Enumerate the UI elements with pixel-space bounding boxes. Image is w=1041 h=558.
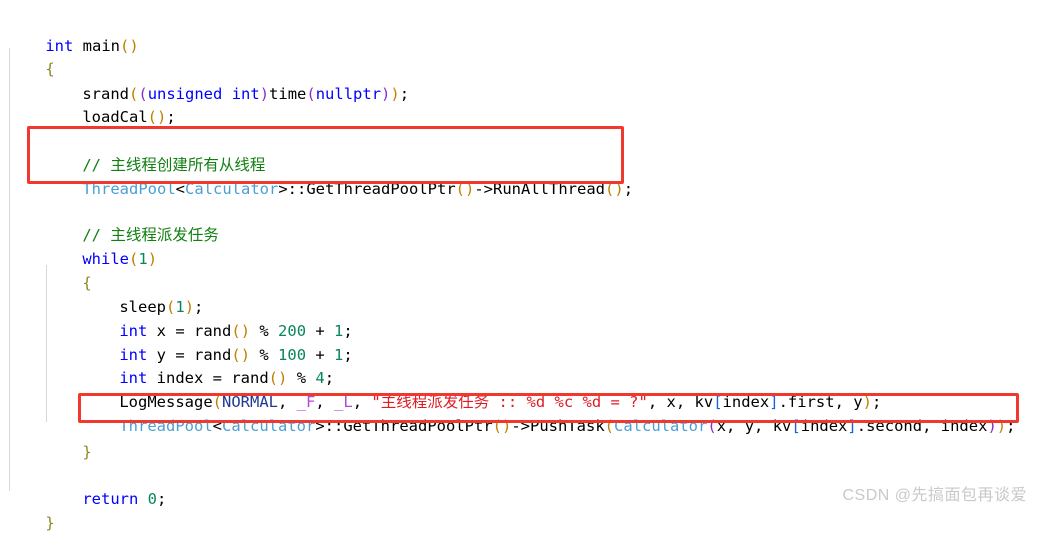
- token-paren-open-time: (: [306, 85, 316, 103]
- token-function-loadcal: loadCal: [82, 108, 148, 126]
- token-semicolon: ;: [623, 180, 634, 198]
- code-line-14[interactable]: int y = rand() % 100 + 1;: [82, 321, 352, 364]
- code-line-11[interactable]: {: [45, 249, 91, 292]
- token-paren-close: ): [390, 85, 400, 103]
- indent-guide-level-1: [9, 48, 10, 491]
- code-line-6[interactable]: // 主线程创建所有从线程: [45, 131, 265, 174]
- token-scope-resolution: ::: [324, 417, 344, 435]
- code-editor-canvas: int main() { srand((unsigned int)time(nu…: [0, 0, 1041, 532]
- token-variable-y: y: [744, 417, 755, 435]
- code-line-1[interactable]: int main(): [8, 12, 138, 55]
- token-function-main: main: [82, 37, 120, 55]
- token-function-runallthread: RunAllThread: [493, 180, 605, 198]
- token-number-one: 1: [138, 250, 148, 268]
- code-line-17[interactable]: ThreadPool<Calculator>::GetThreadPoolPtr…: [82, 392, 1015, 435]
- token-semicolon: ;: [399, 85, 410, 103]
- token-paren-open: (: [604, 417, 615, 435]
- token-type-threadpool: ThreadPool: [82, 180, 176, 198]
- token-semicolon: ;: [343, 346, 353, 364]
- token-paren-open: (: [455, 180, 465, 198]
- token-type-threadpool: ThreadPool: [119, 417, 213, 435]
- token-paren-open-ctor: (: [707, 417, 717, 435]
- code-line-3[interactable]: srand((unsigned int)time(nullptr));: [45, 60, 409, 103]
- code-line-20[interactable]: return 0;: [45, 465, 166, 508]
- token-comma: ,: [726, 417, 745, 435]
- token-keyword-return: return: [82, 490, 139, 508]
- token-function-getthreadpoolptr: GetThreadPoolPtr: [343, 417, 493, 435]
- token-angle-open: <: [212, 417, 222, 435]
- token-bracket-open: [: [791, 417, 801, 435]
- token-paren-close-cast: ): [259, 85, 270, 103]
- token-angle-close: >: [315, 417, 325, 435]
- token-paren-close: ): [129, 37, 139, 55]
- token-arrow-operator: ->: [474, 180, 494, 198]
- token-brace-close-main: }: [45, 514, 55, 532]
- token-angle-open: <: [175, 180, 185, 198]
- token-type-calculator-ctor: Calculator: [614, 417, 708, 435]
- token-scope-resolution: ::: [287, 180, 307, 198]
- code-line-4[interactable]: loadCal();: [45, 83, 175, 126]
- token-variable-x: x: [716, 417, 727, 435]
- code-line-21[interactable]: }: [8, 489, 54, 532]
- code-line-9[interactable]: // 主线程派发任务: [45, 201, 219, 244]
- token-paren-open: (: [492, 417, 502, 435]
- token-keyword-nullptr: nullptr: [315, 85, 382, 103]
- token-function-getthreadpoolptr: GetThreadPoolPtr: [306, 180, 456, 198]
- token-brace-close-while: }: [82, 443, 92, 461]
- token-variable-index: index: [800, 417, 848, 435]
- token-paren-open: (: [129, 250, 139, 268]
- token-member-second: second: [866, 417, 923, 435]
- token-paren-close: ): [502, 417, 512, 435]
- token-variable-kv: kv: [772, 417, 792, 435]
- code-line-12[interactable]: sleep(1);: [82, 273, 203, 316]
- token-paren-close: ): [465, 180, 475, 198]
- token-comma: ,: [922, 417, 941, 435]
- token-paren-open: (: [147, 108, 157, 126]
- token-function-time: time: [269, 85, 307, 103]
- token-arrow-operator: ->: [511, 417, 531, 435]
- token-paren-close: ): [996, 417, 1007, 435]
- token-type-calculator: Calculator: [185, 180, 279, 198]
- token-paren-close: ): [157, 108, 167, 126]
- code-line-16[interactable]: LogMessage(NORMAL, _F, _L, "主线程派发任务 :: %…: [82, 368, 881, 411]
- token-paren-close-time: ): [381, 85, 391, 103]
- token-paren-open: (: [605, 180, 615, 198]
- token-angle-close: >: [278, 180, 288, 198]
- code-line-18[interactable]: }: [45, 418, 91, 461]
- token-paren-close: ): [614, 180, 624, 198]
- token-dot: .: [856, 417, 867, 435]
- code-line-10[interactable]: while(1): [45, 225, 157, 268]
- code-line-2[interactable]: {: [8, 35, 54, 78]
- token-semicolon: ;: [166, 108, 176, 126]
- token-paren-close-ctor: ): [987, 417, 997, 435]
- token-bracket-close: ]: [847, 417, 857, 435]
- token-comma: ,: [754, 417, 773, 435]
- code-line-7[interactable]: ThreadPool<Calculator>::GetThreadPoolPtr…: [45, 155, 633, 198]
- token-number-zero: 0: [147, 490, 158, 508]
- token-paren-close: ): [147, 250, 158, 268]
- token-semicolon: ;: [1006, 417, 1016, 435]
- csdn-watermark: CSDN @先搞面包再谈爱: [842, 487, 1027, 504]
- token-function-pushtask: PushTask: [530, 417, 605, 435]
- token-number-one: 1: [334, 346, 344, 364]
- code-line-15[interactable]: int index = rand() % 4;: [82, 344, 334, 387]
- token-semicolon: ;: [157, 490, 167, 508]
- token-variable-index: index: [940, 417, 988, 435]
- token-keyword-int: int: [231, 85, 260, 103]
- token-type-calculator: Calculator: [222, 417, 316, 435]
- code-line-13[interactable]: int x = rand() % 200 + 1;: [82, 297, 352, 340]
- token-paren-open: (: [120, 37, 130, 55]
